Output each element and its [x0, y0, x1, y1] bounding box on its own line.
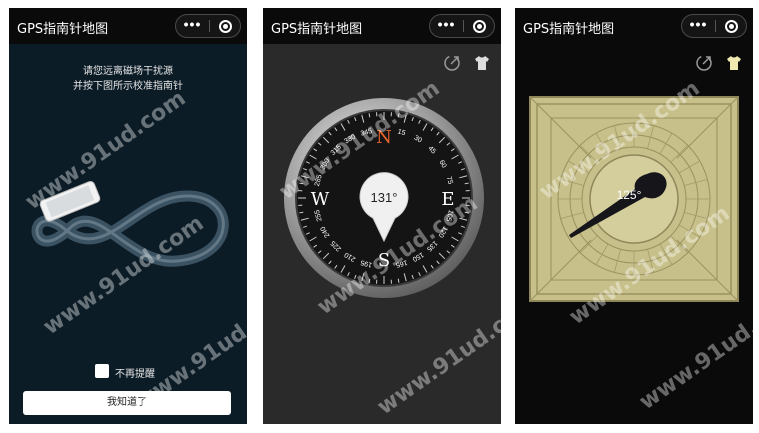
luopan-board: 125° [529, 96, 739, 302]
more-icon[interactable]: ••• [176, 15, 209, 37]
got-it-button[interactable]: 我知道了 [23, 391, 231, 415]
west-label: W [311, 189, 330, 210]
shirt-icon[interactable] [725, 54, 743, 72]
dont-remind-checkbox[interactable] [95, 364, 109, 378]
hint-line-1: 请您远离磁场干扰源 [83, 66, 173, 77]
compass-tick [299, 182, 304, 185]
capsule-divider [209, 20, 210, 32]
shirt-icon[interactable] [473, 54, 491, 72]
compass-tick [299, 211, 304, 214]
calibration-hint: 请您远离磁场干扰源 并按下图所示校准指南针 [9, 64, 247, 94]
capsule-divider [463, 20, 464, 32]
east-label: E [441, 189, 454, 210]
hint-line-2: 并按下图所示校准指南针 [73, 81, 183, 92]
dont-remind-label: 不再提醒 [115, 369, 155, 380]
capsule-divider [715, 20, 716, 32]
phone-icon [39, 180, 101, 222]
compass-dial: 345 1530456075105120135150165195210225240… [284, 98, 484, 298]
compass-tick [464, 211, 469, 214]
compass-tick [397, 278, 400, 283]
share-icon[interactable] [443, 54, 461, 72]
title-bar: GPS指南针地图 ••• [263, 8, 501, 44]
watermark: www.91ud.com [372, 290, 501, 421]
calibration-illustration [31, 180, 229, 267]
watermark: www.91ud.com [634, 285, 753, 416]
compass-screen: GPS指南针地图 ••• 345 15 30 45 60 75 105 120 135 150 16… [263, 8, 501, 424]
close-icon[interactable] [725, 20, 738, 33]
compass-tick [397, 113, 400, 118]
compass-tick [464, 182, 469, 185]
north-label: N [376, 127, 392, 148]
south-label: S [378, 250, 390, 271]
more-icon[interactable]: ••• [430, 15, 463, 37]
close-icon[interactable] [473, 20, 486, 33]
app-title: GPS指南针地图 [271, 22, 363, 37]
more-icon[interactable]: ••• [682, 15, 715, 37]
mini-program-capsule: ••• [429, 14, 495, 38]
close-icon[interactable] [219, 20, 232, 33]
compass-tick [368, 113, 371, 118]
mini-program-capsule: ••• [175, 14, 241, 38]
title-bar: GPS指南针地图 ••• [515, 8, 753, 44]
app-title: GPS指南针地图 [17, 22, 109, 37]
share-icon[interactable] [695, 54, 713, 72]
calibration-screen: GPS指南针地图 ••• 请您远离磁场干扰源 并按下图所示校准指南针 不再提醒 … [9, 8, 247, 424]
luopan-heading-value: 125° [617, 188, 642, 202]
mini-program-capsule: ••• [681, 14, 747, 38]
app-title: GPS指南针地图 [523, 22, 615, 37]
compass-tick [368, 278, 371, 283]
heading-value: 131° [371, 190, 398, 205]
title-bar: GPS指南针地图 ••• [9, 8, 247, 44]
luopan-screen: GPS指南针地图 ••• 125° www.91ud.com www.91ud.… [515, 8, 753, 424]
